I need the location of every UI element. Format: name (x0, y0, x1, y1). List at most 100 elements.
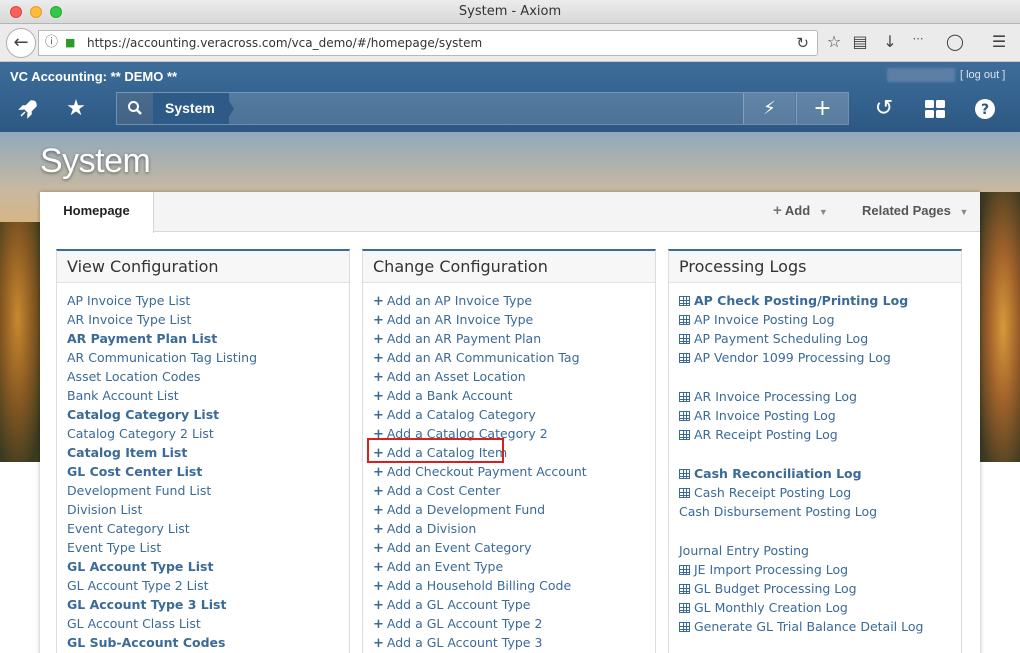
history-icon[interactable]: ↺ (866, 94, 902, 124)
table-icon (679, 603, 690, 613)
list-item[interactable]: AP Check Posting/Printing Log (679, 291, 961, 310)
list-item[interactable]: GL Budget Processing Log (679, 579, 961, 598)
favorites-star-icon[interactable]: ★ (58, 94, 94, 124)
rocket-icon[interactable] (10, 94, 46, 124)
table-icon (679, 411, 690, 421)
hero-tree-left (0, 222, 44, 462)
add-menu-label: Add (784, 203, 811, 218)
list-item[interactable]: + Add a GL Account Type 2 (373, 614, 655, 633)
list-item[interactable]: Catalog Category List (67, 405, 349, 424)
search-icon[interactable] (117, 93, 153, 124)
list-item[interactable]: AR Invoice Processing Log (679, 387, 961, 406)
list-item[interactable]: + Add a Catalog Category (373, 405, 655, 424)
tab-homepage[interactable]: Homepage (40, 192, 154, 233)
list-item[interactable]: Event Category List (67, 519, 349, 538)
plus-icon: + (373, 332, 384, 347)
close-window-button[interactable] (10, 6, 22, 18)
list-spacer (679, 521, 961, 541)
list-item[interactable]: GL Account Type 3 List (67, 595, 349, 614)
list-item[interactable]: Cash Receipt Posting Log (679, 483, 961, 502)
list-item[interactable]: + Add a Division (373, 519, 655, 538)
app-name: VC Accounting: ** DEMO ** (10, 69, 178, 84)
list-spacer (679, 367, 961, 387)
list-item[interactable]: + Add a Cost Center (373, 481, 655, 500)
list-item[interactable]: + Add an Event Type (373, 557, 655, 576)
list-item[interactable]: + Add an AR Payment Plan (373, 329, 655, 348)
list-item[interactable]: AR Invoice Posting Log (679, 406, 961, 425)
list-item[interactable]: GL Monthly Creation Log (679, 598, 961, 617)
list-item[interactable]: + Add Checkout Payment Account (373, 462, 655, 481)
breadcrumb: System ⚡ + (116, 92, 849, 125)
list-item[interactable]: Bank Account List (67, 386, 349, 405)
table-icon (679, 430, 690, 440)
more-icon[interactable]: ⋯ (907, 32, 929, 45)
list-item[interactable]: + Add a Bank Account (373, 386, 655, 405)
list-item[interactable]: AR Payment Plan List (67, 329, 349, 348)
list-item[interactable]: Generate GL Trial Balance Detail Log (679, 617, 961, 636)
url-text[interactable]: https://accounting.veracross.com/vca_dem… (87, 31, 482, 55)
extension-icon[interactable]: ◯ (944, 32, 966, 51)
list-item[interactable]: AR Communication Tag Listing (67, 348, 349, 367)
download-icon[interactable]: ↓ (879, 32, 901, 51)
list-item[interactable]: Cash Reconciliation Log (679, 464, 961, 483)
reading-list-icon[interactable]: ▤ (849, 32, 871, 51)
list-item[interactable]: Journal Entry Posting (679, 541, 961, 560)
related-pages-label: Related Pages (862, 203, 951, 218)
plus-icon[interactable]: + (796, 93, 848, 124)
table-icon (679, 565, 690, 575)
list-item[interactable]: JE Import Processing Log (679, 560, 961, 579)
plus-icon: + (373, 579, 384, 594)
list-item[interactable]: + Add an AP Invoice Type (373, 291, 655, 310)
list-item[interactable]: + Add a Catalog Category 2 (373, 424, 655, 443)
list-item[interactable]: AP Invoice Posting Log (679, 310, 961, 329)
list-item[interactable]: AR Receipt Posting Log (679, 425, 961, 444)
minimize-window-button[interactable] (30, 6, 42, 18)
list-item[interactable]: AR Invoice Type List (67, 310, 349, 329)
menu-hamburger-icon[interactable]: ☰ (988, 32, 1010, 51)
list-item[interactable]: GL Account Type List (67, 557, 349, 576)
list-item[interactable]: + Add an AR Invoice Type (373, 310, 655, 329)
list-item[interactable]: + Add a Development Fund (373, 500, 655, 519)
list-item[interactable]: GL Account Class List (67, 614, 349, 633)
logout-link[interactable]: [ log out ] (960, 69, 1005, 81)
add-catalog-item-link[interactable]: + Add a Catalog Item (373, 443, 655, 462)
plus-icon: + (373, 294, 384, 309)
back-arrow-icon[interactable]: ← (6, 28, 36, 58)
url-bar[interactable]: ⓘ ■ https://accounting.veracross.com/vca… (38, 30, 818, 56)
list-item[interactable]: + Add an AR Communication Tag (373, 348, 655, 367)
reload-icon[interactable]: ↻ (796, 31, 809, 55)
list-item[interactable]: + Add an Event Category (373, 538, 655, 557)
list-item[interactable]: Asset Location Codes (67, 367, 349, 386)
plus-icon: + (373, 560, 384, 575)
list-item[interactable]: GL Account Type 2 List (67, 576, 349, 595)
list-item[interactable]: + Add an Asset Location (373, 367, 655, 386)
processing-logs-panel: Processing Logs AP Check Posting/Printin… (668, 249, 962, 653)
list-item[interactable]: Catalog Item List (67, 443, 349, 462)
list-item[interactable]: AP Payment Scheduling Log (679, 329, 961, 348)
list-item[interactable]: GL Cost Center List (67, 462, 349, 481)
lightning-icon[interactable]: ⚡ (743, 93, 795, 124)
zoom-window-button[interactable] (50, 6, 62, 18)
list-item[interactable]: GL Sub-Account Codes (67, 633, 349, 652)
list-item[interactable]: Catalog Category 2 List (67, 424, 349, 443)
info-icon[interactable]: ⓘ (45, 31, 58, 55)
list-item[interactable]: Development Fund List (67, 481, 349, 500)
list-item[interactable]: + Add a GL Account Type (373, 595, 655, 614)
window-title: System - Axiom (458, 4, 562, 19)
plus-icon: + (373, 503, 384, 518)
list-item[interactable]: AP Invoice Type List (67, 291, 349, 310)
help-question-icon[interactable]: ? (967, 94, 1003, 124)
list-item[interactable]: AP Vendor 1099 Processing Log (679, 348, 961, 367)
list-item[interactable]: + Add a Household Billing Code (373, 576, 655, 595)
list-item[interactable]: Division List (67, 500, 349, 519)
list-item[interactable]: Cash Disbursement Posting Log (679, 502, 961, 521)
bookmark-star-icon[interactable]: ☆ (823, 32, 845, 51)
list-item[interactable]: Event Type List (67, 538, 349, 557)
breadcrumb-system[interactable]: System (153, 93, 229, 124)
dashboard-grid-icon[interactable] (917, 94, 953, 124)
plus-icon: + (373, 522, 384, 537)
add-menu-button[interactable]: + Add ▼ (773, 192, 828, 232)
list-item[interactable]: + Add a GL Account Type 3 (373, 633, 655, 652)
related-pages-button[interactable]: Related Pages ▼ (862, 192, 968, 232)
hero-tree-right (978, 192, 1020, 462)
